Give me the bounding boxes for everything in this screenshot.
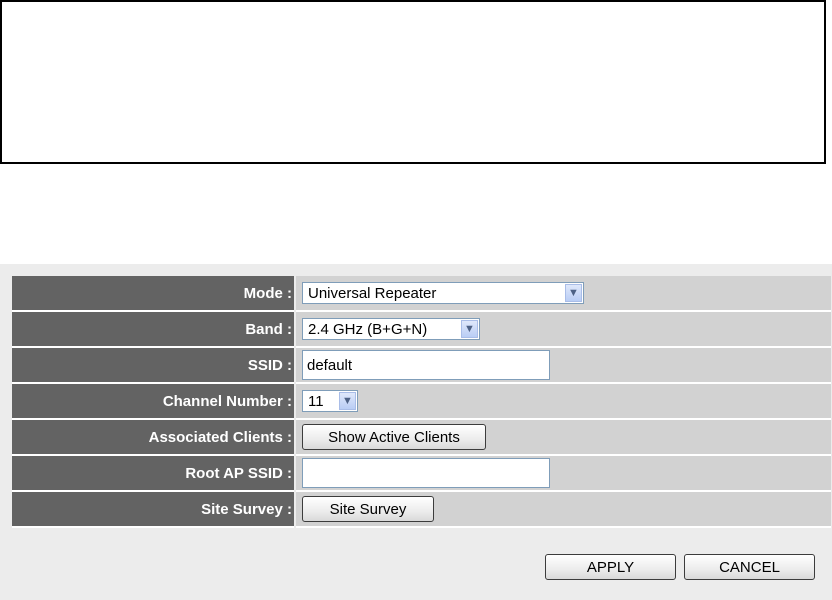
apply-button[interactable]: APPLY [545,554,676,580]
associated-clients-cell: Show Active Clients [296,420,831,456]
site-survey-button[interactable]: Site Survey [302,496,434,522]
ssid-cell: default [296,348,831,384]
ssid-input[interactable]: default [302,350,550,380]
channel-label: Channel Number : [12,384,294,420]
mode-select-value: Universal Repeater [308,284,437,302]
row-ssid: SSID : default [12,348,831,384]
note-box [0,0,826,164]
row-site-survey: Site Survey : Site Survey [12,492,831,528]
mode-label: Mode : [12,276,294,312]
root-ap-ssid-input[interactable] [302,458,550,488]
root-ap-ssid-label: Root AP SSID : [12,456,294,492]
row-channel: Channel Number : 11 ▼ [12,384,831,420]
settings-panel: Mode : Universal Repeater ▼ Band : 2.4 G… [0,264,832,600]
chevron-down-icon[interactable]: ▼ [339,392,356,410]
channel-select[interactable]: 11 ▼ [302,390,358,412]
associated-clients-label: Associated Clients : [12,420,294,456]
site-survey-label: Site Survey : [12,492,294,528]
chevron-down-icon[interactable]: ▼ [461,320,478,338]
cancel-button[interactable]: CANCEL [684,554,815,580]
chevron-down-icon[interactable]: ▼ [565,284,582,302]
channel-cell: 11 ▼ [296,384,831,420]
show-active-clients-button[interactable]: Show Active Clients [302,424,486,450]
channel-select-value: 11 [308,392,324,410]
site-survey-cell: Site Survey [296,492,831,528]
action-buttons: APPLY CANCEL [545,554,815,580]
ssid-label: SSID : [12,348,294,384]
row-associated-clients: Associated Clients : Show Active Clients [12,420,831,456]
band-label: Band : [12,312,294,348]
settings-form: Mode : Universal Repeater ▼ Band : 2.4 G… [12,276,831,528]
band-select[interactable]: 2.4 GHz (B+G+N) ▼ [302,318,480,340]
root-ap-ssid-cell [296,456,831,492]
mode-select[interactable]: Universal Repeater ▼ [302,282,584,304]
band-select-value: 2.4 GHz (B+G+N) [308,320,428,338]
row-mode: Mode : Universal Repeater ▼ [12,276,831,312]
row-band: Band : 2.4 GHz (B+G+N) ▼ [12,312,831,348]
mode-cell: Universal Repeater ▼ [296,276,831,312]
band-cell: 2.4 GHz (B+G+N) ▼ [296,312,831,348]
row-root-ap-ssid: Root AP SSID : [12,456,831,492]
